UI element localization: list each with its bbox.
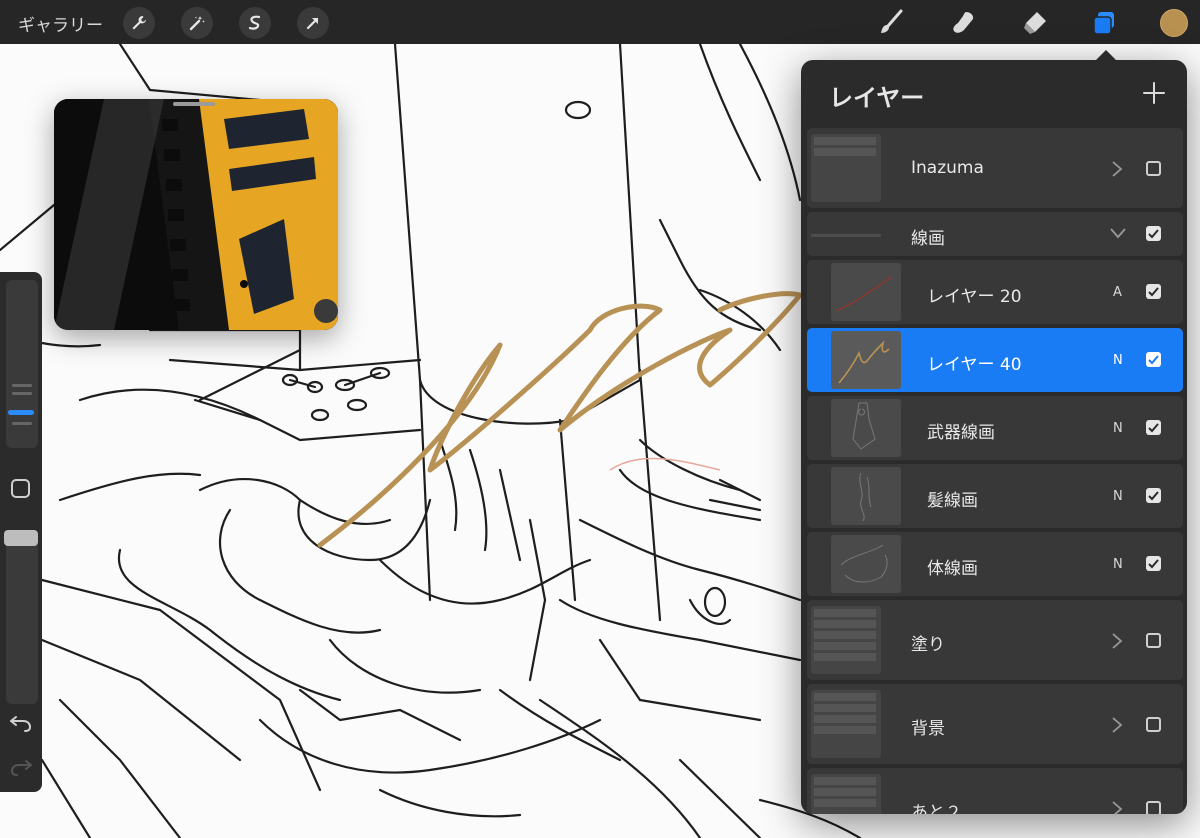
- eraser-tool[interactable]: [1018, 6, 1052, 40]
- brush-opacity-thumb[interactable]: [4, 530, 38, 546]
- group-thumbnail: [811, 690, 881, 758]
- check-icon: [1148, 355, 1159, 365]
- layer-visibility-checkbox[interactable]: [1146, 801, 1161, 814]
- layer-visibility-checkbox[interactable]: [1146, 488, 1161, 503]
- layer-visibility-checkbox[interactable]: [1146, 633, 1161, 648]
- layer-group-row[interactable]: 線画: [807, 212, 1183, 256]
- undo-button[interactable]: [8, 712, 34, 734]
- actions-button[interactable]: [123, 7, 155, 39]
- reference-image-art: [54, 99, 338, 330]
- layer-visibility-checkbox[interactable]: [1146, 161, 1161, 176]
- layers-icon: [1093, 12, 1114, 35]
- transform-arrow-icon: [306, 17, 319, 30]
- layer-name: レイヤー 20: [927, 287, 1022, 307]
- layer-name: あと２: [911, 803, 962, 814]
- modify-button[interactable]: [11, 479, 30, 498]
- layer-visibility-checkbox[interactable]: [1146, 556, 1161, 571]
- check-icon: [1148, 287, 1159, 297]
- chevron-right-icon[interactable]: [1109, 632, 1125, 650]
- layers-panel-pointer: [1095, 50, 1117, 61]
- blend-mode-label[interactable]: N: [1113, 353, 1123, 368]
- reference-drag-handle[interactable]: [173, 102, 215, 106]
- magic-wand-icon: [189, 16, 205, 31]
- reference-image[interactable]: [54, 99, 338, 330]
- brush-icon: [881, 9, 903, 33]
- layer-row-selected[interactable]: レイヤー 40 N: [807, 328, 1183, 392]
- chevron-down-icon[interactable]: [1109, 225, 1127, 241]
- group-thumbnail: [811, 134, 881, 202]
- layers-panel-title: レイヤー: [829, 84, 925, 112]
- group-collapsed-thumbnail: [811, 234, 881, 237]
- brush-tool[interactable]: [874, 6, 908, 40]
- layer-name: 体線画: [927, 559, 978, 579]
- smudge-icon: [953, 12, 974, 33]
- transform-button[interactable]: [297, 7, 329, 39]
- chevron-right-icon[interactable]: [1109, 716, 1125, 734]
- layer-row[interactable]: 体線画 N: [807, 532, 1183, 596]
- left-sidebar: [0, 272, 42, 792]
- layer-name: レイヤー 40: [927, 355, 1022, 375]
- brush-opacity-slider[interactable]: [6, 534, 38, 704]
- check-icon: [1148, 229, 1159, 239]
- blend-mode-label[interactable]: N: [1113, 489, 1123, 504]
- brush-size-thumb[interactable]: [8, 410, 34, 415]
- eraser-icon: [1024, 12, 1046, 34]
- add-layer-button[interactable]: [1139, 78, 1169, 108]
- layer-row[interactable]: レイヤー 20 A: [807, 260, 1183, 324]
- layer-name: 髪線画: [927, 491, 978, 511]
- check-icon: [1148, 491, 1159, 501]
- chevron-right-icon[interactable]: [1109, 160, 1125, 178]
- layer-group-row[interactable]: あと２: [807, 768, 1183, 814]
- group-thumbnail: [811, 774, 881, 814]
- gallery-button[interactable]: ギャラリー: [18, 11, 103, 36]
- layer-visibility-checkbox[interactable]: [1146, 352, 1161, 367]
- layer-row[interactable]: 武器線画 N: [807, 396, 1183, 460]
- size-slider-tick: [12, 384, 32, 387]
- check-icon: [1148, 559, 1159, 569]
- layer-thumbnail: [831, 467, 901, 525]
- layer-visibility-checkbox[interactable]: [1146, 226, 1161, 241]
- layer-group-row[interactable]: 塗り: [807, 600, 1183, 680]
- adjustments-button[interactable]: [181, 7, 213, 39]
- layers-tool[interactable]: [1088, 6, 1122, 40]
- blend-mode-label[interactable]: A: [1113, 285, 1122, 300]
- layers-panel: レイヤー Inazuma 線画 レイヤー 20 A レイヤー 40 N 武器線画…: [801, 60, 1187, 814]
- layer-thumbnail: [831, 535, 901, 593]
- top-toolbar: ギャラリー: [0, 0, 1200, 44]
- color-swatch-button[interactable]: [1160, 9, 1188, 37]
- check-icon: [1148, 423, 1159, 433]
- layer-group-row[interactable]: Inazuma: [807, 128, 1183, 208]
- layer-visibility-checkbox[interactable]: [1146, 284, 1161, 299]
- blend-mode-label[interactable]: N: [1113, 421, 1123, 436]
- selection-icon: [248, 15, 261, 30]
- size-slider-tick: [12, 392, 32, 395]
- layer-thumbnail: [831, 263, 901, 321]
- layer-thumbnail: [831, 399, 901, 457]
- layer-group-row[interactable]: 背景: [807, 684, 1183, 764]
- blend-mode-label[interactable]: N: [1113, 557, 1123, 572]
- redo-icon: [10, 760, 32, 776]
- layer-name: 塗り: [911, 635, 945, 655]
- layer-row[interactable]: 髪線画 N: [807, 464, 1183, 528]
- layer-name: 線画: [911, 229, 945, 249]
- size-slider-tick: [12, 422, 32, 425]
- chevron-right-icon[interactable]: [1109, 800, 1125, 814]
- layer-name: 武器線画: [927, 423, 995, 443]
- smudge-tool[interactable]: [946, 6, 980, 40]
- layer-name: Inazuma: [911, 158, 984, 178]
- plus-icon: [1143, 82, 1165, 104]
- layer-visibility-checkbox[interactable]: [1146, 420, 1161, 435]
- layer-visibility-checkbox[interactable]: [1146, 717, 1161, 732]
- selection-button[interactable]: [239, 7, 271, 39]
- redo-button[interactable]: [8, 756, 34, 778]
- wrench-icon: [132, 16, 146, 30]
- layer-thumbnail: [831, 331, 901, 389]
- group-thumbnail: [811, 606, 881, 674]
- layer-name: 背景: [911, 719, 945, 739]
- undo-icon: [10, 716, 32, 732]
